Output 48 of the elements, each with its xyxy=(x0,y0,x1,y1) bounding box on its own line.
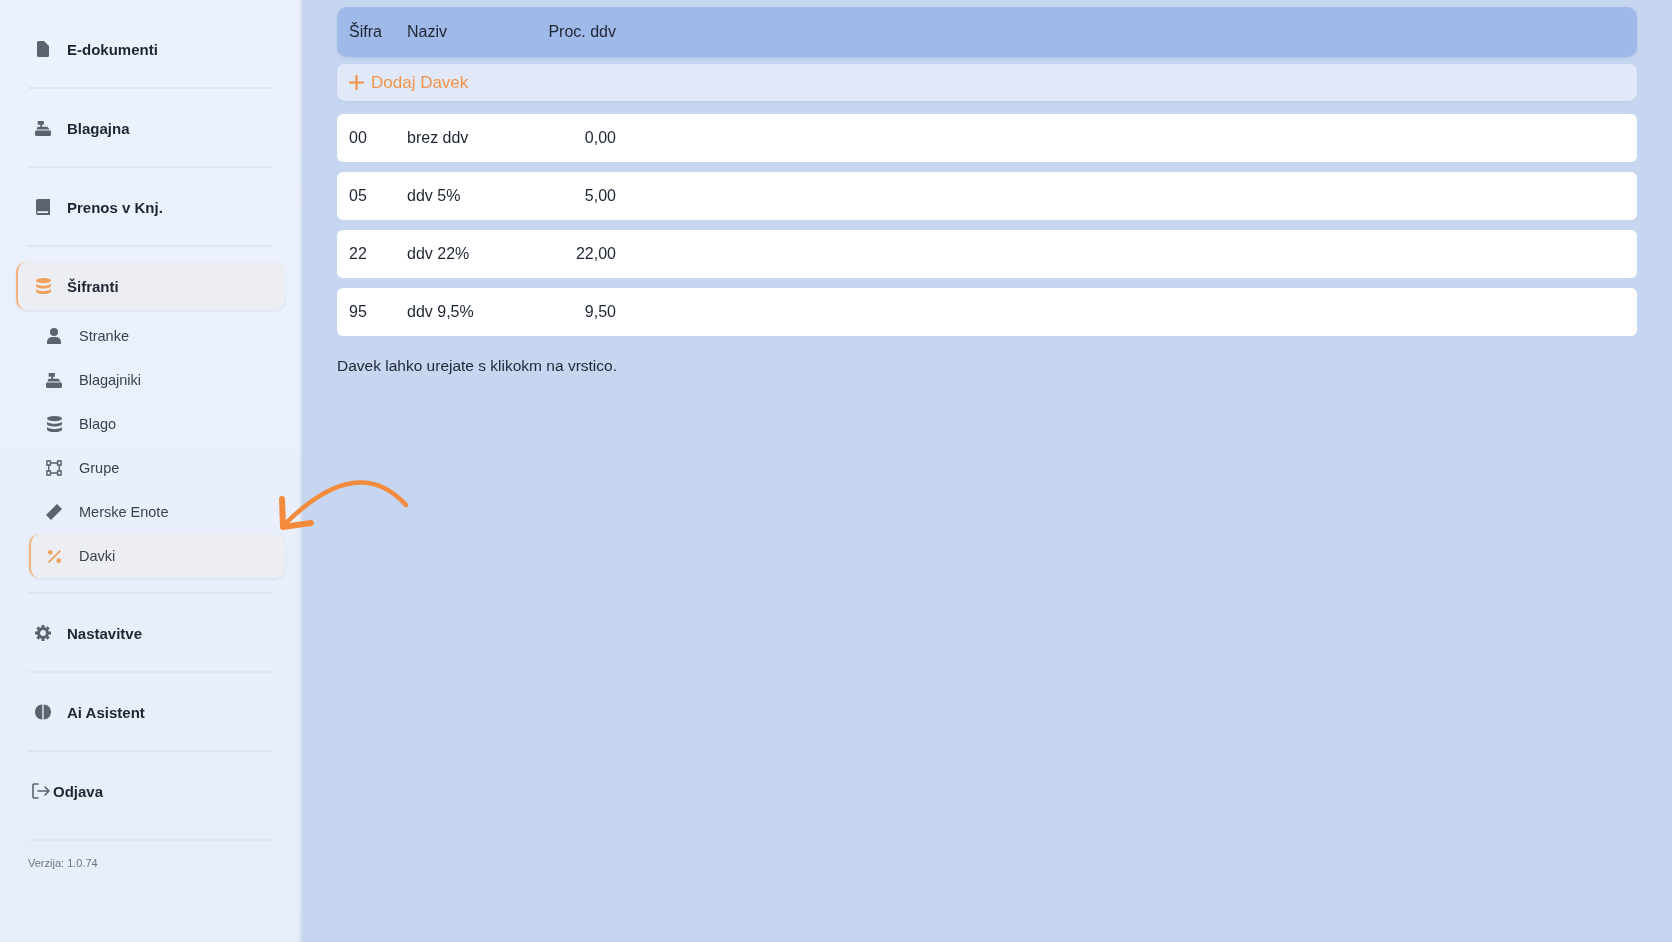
table-cell-text: 9,50 xyxy=(583,303,616,321)
logout-icon xyxy=(32,783,50,799)
sidebar-item[interactable]: Blagajna xyxy=(16,104,285,152)
table-cell-text: 00 xyxy=(349,129,368,147)
table-cell-text: 22 xyxy=(349,245,368,263)
hierarchy-icon xyxy=(46,460,62,476)
database-icon xyxy=(46,416,62,432)
table-cell-text: 22,00 xyxy=(574,245,616,263)
table-cell-text: ddv 22% xyxy=(407,245,471,263)
table-cell-text: brez ddv xyxy=(407,129,470,147)
sidebar-subitem[interactable]: Merske Enote xyxy=(29,490,185,534)
table-cell-text: 5,00 xyxy=(583,187,616,205)
table-cell-text: 05 xyxy=(349,187,368,205)
version-label: Verzija: 1.0.74 xyxy=(28,857,98,869)
sidebar-subitem[interactable]: Blago xyxy=(29,402,133,446)
sidebar-subitem[interactable]: Stranke xyxy=(29,314,145,358)
column-header: Naziv xyxy=(407,23,448,41)
table-row[interactable]: 95 ddv 9,5% 9,50 xyxy=(337,288,1637,336)
ruler-icon xyxy=(46,504,62,520)
table-row[interactable]: 00 brez ddv 0,00 xyxy=(337,114,1637,162)
table-row[interactable]: 05 ddv 5% 5,00 xyxy=(337,172,1637,220)
database-icon xyxy=(35,278,51,294)
sidebar-item[interactable]: Prenos v Knj. xyxy=(16,183,285,231)
percent-icon xyxy=(47,549,61,563)
cash-register-icon xyxy=(35,120,51,136)
sidebar-item[interactable]: Ai Asistent xyxy=(16,688,285,736)
person-icon xyxy=(47,328,61,344)
plus-icon xyxy=(349,75,364,90)
table-row[interactable]: 22 ddv 22% 22,00 xyxy=(337,230,1637,278)
table-cell-text: ddv 9,5% xyxy=(407,303,475,321)
column-header: Šifra xyxy=(349,23,383,41)
logout-link[interactable]: Odjava xyxy=(16,767,285,815)
settings-icon xyxy=(35,625,51,641)
book-icon xyxy=(36,199,50,215)
sidebar-subitem[interactable]: Grupe xyxy=(29,446,136,490)
sidebar-item[interactable]: E-dokumenti xyxy=(16,25,285,73)
sidebar-subitem[interactable]: Blagajniki xyxy=(29,358,158,402)
cash-register-icon xyxy=(46,372,62,388)
sidebar-item[interactable]: Nastavitve xyxy=(16,609,285,657)
sidebar-subitem[interactable]: Davki xyxy=(29,534,285,578)
file-icon xyxy=(37,41,49,57)
brain-icon xyxy=(35,704,51,720)
table-cell-text: 95 xyxy=(349,303,368,321)
hint-text: Davek lahko urejate s klikokm na vrstico. xyxy=(337,357,617,375)
sidebar-item[interactable]: Šifranti xyxy=(16,262,285,310)
table-cell-text: 0,00 xyxy=(583,129,616,147)
column-header: Proc. ddv xyxy=(547,23,616,41)
table-cell-text: ddv 5% xyxy=(407,187,462,205)
